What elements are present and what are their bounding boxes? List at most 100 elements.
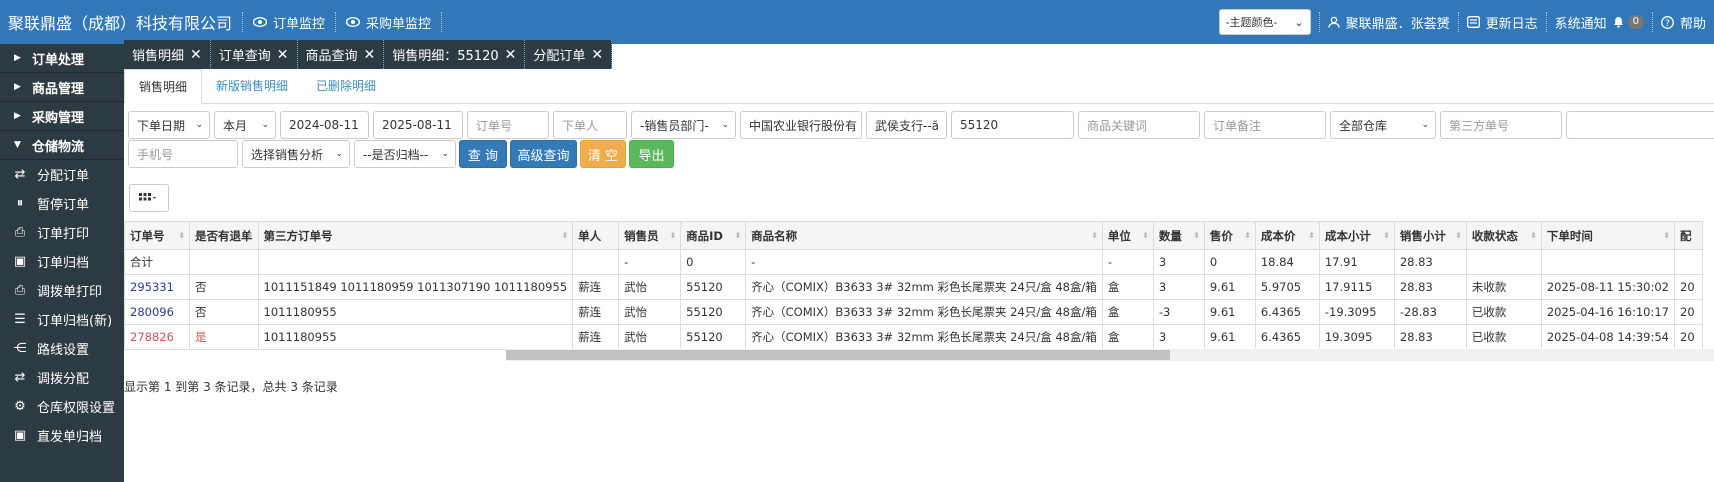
col-header[interactable]: 销售小计 ⬍ xyxy=(1393,221,1467,250)
extra-filter-input[interactable] xyxy=(1566,111,1714,139)
table-cell: 0 xyxy=(1203,249,1256,275)
table-cell: -19.3095 xyxy=(1318,299,1395,325)
sidebar-item-print-order[interactable]: ⎙ 订单打印 xyxy=(0,218,124,247)
keyword-input[interactable]: 商品关键词 xyxy=(1078,111,1200,139)
col-header[interactable]: 第三方订单号 ⬍ xyxy=(257,221,574,250)
sidebar-group-order[interactable]: ▶ 订单处理 xyxy=(0,44,124,73)
theme-color-select[interactable]: -主题颜色- ⌄ xyxy=(1218,9,1311,35)
period-value: 本月 xyxy=(223,118,248,133)
col-header[interactable]: 成本小计 ⬍ xyxy=(1318,221,1395,250)
product-id-input[interactable]: 55120 xyxy=(951,111,1074,139)
sidebar-group-purchase[interactable]: ▶ 采购管理 xyxy=(0,102,124,131)
col-header[interactable]: 收款状态 ⬍ xyxy=(1465,221,1542,250)
col-header[interactable]: 配 xyxy=(1674,221,1703,250)
close-icon[interactable]: ✕ xyxy=(364,47,376,63)
col-header[interactable]: 数量 ⬍ xyxy=(1152,221,1205,250)
table-cell: 6.4365 xyxy=(1254,324,1320,350)
table-row[interactable]: 278826 是 1011180955 薪连 武怡 55120 齐心（COMIX… xyxy=(124,324,1703,350)
close-icon[interactable]: ✕ xyxy=(190,47,202,63)
col-header[interactable]: 是否有退单 ⬍ xyxy=(189,221,259,250)
table-row[interactable]: 280096 否 1011180955 薪连 武怡 55120 齐心（COMIX… xyxy=(124,299,1703,325)
remark-input[interactable]: 订单备注 xyxy=(1204,111,1326,139)
sales-analysis-select[interactable]: 选择销售分析 ⌄ xyxy=(242,140,350,168)
order-no-link[interactable]: 295331 xyxy=(124,274,190,300)
tab-label: 分配订单 xyxy=(533,49,586,64)
tab-product-query[interactable]: 商品查询 ✕ xyxy=(298,40,385,69)
subtab-sales-detail[interactable]: 销售明细 xyxy=(124,69,203,104)
order-no-link[interactable]: 278826 xyxy=(124,324,190,350)
orderer-input[interactable]: 下单人 xyxy=(553,111,627,139)
table-cell: 否 xyxy=(189,299,259,325)
user-icon xyxy=(1327,16,1340,28)
table-cell: 19.3095 xyxy=(1318,324,1395,350)
sidebar-item-route-setting[interactable]: ⋲ 路线设置 xyxy=(0,334,124,363)
user-menu[interactable]: 聚联鼎盛．张荟赟 xyxy=(1318,12,1458,32)
table-cell xyxy=(1465,249,1542,275)
dept-select[interactable]: -销售员部门- ⌄ xyxy=(631,111,736,139)
subtab-deleted-detail[interactable]: 已删除明细 xyxy=(302,69,390,103)
sidebar-group-warehouse[interactable]: ▼ 仓储物流 xyxy=(0,131,124,160)
sidebar-item-assign-order[interactable]: ⇄ 分配订单 xyxy=(0,160,124,189)
col-header[interactable]: 单位 ⬍ xyxy=(1101,221,1154,250)
date-type-select[interactable]: 下单日期 ⌄ xyxy=(128,111,210,139)
sidebar-item-pause-order[interactable]: ⏸ 暂停订单 xyxy=(0,189,124,218)
tab-assign-order[interactable]: 分配订单 ✕ xyxy=(525,40,613,69)
col-header[interactable]: 商品ID ⬍ xyxy=(680,221,747,250)
close-icon[interactable]: ✕ xyxy=(505,47,517,63)
bank-input[interactable]: 中国农业银行股份有 xyxy=(740,111,862,139)
col-header[interactable]: 成本价 ⬍ xyxy=(1254,221,1320,250)
tab-order-query[interactable]: 订单查询 ✕ xyxy=(211,40,298,69)
clear-button[interactable]: 清 空 xyxy=(580,140,626,168)
table-total-row: 合计 - 0 - - 3 0 18.84 17.91 28.83 xyxy=(124,249,1703,275)
notification-link[interactable]: 系统通知 0 xyxy=(1545,12,1652,32)
table-cell: 未收款 xyxy=(1465,274,1542,300)
date-to-input[interactable]: 2025-08-11 xyxy=(373,111,463,139)
col-header[interactable]: 商品名称 ⬍ xyxy=(745,221,1103,250)
export-button[interactable]: 导出 xyxy=(629,140,674,168)
sidebar-item-archive-order[interactable]: ▣ 订单归档 xyxy=(0,247,124,276)
col-header[interactable]: 单人 xyxy=(572,221,620,250)
table-cell: 2025-04-08 14:39:54 xyxy=(1540,324,1676,350)
top-right-area: -主题颜色- ⌄ 聚联鼎盛．张荟赟 更新日志 系统通知 0 ? 帮助 xyxy=(1218,0,1714,44)
branch-input[interactable]: 武侯支行--ã xyxy=(866,111,947,139)
table-cell: 5.9705 xyxy=(1254,274,1320,300)
table-cell: 齐心（COMIX）B3633 3# 32mm 彩色长尾票夹 24只/盒 48盒/… xyxy=(745,324,1103,350)
order-no-link[interactable]: 280096 xyxy=(124,299,190,325)
sidebar-item-archive-new[interactable]: ☰ 订单归档(新) xyxy=(0,305,124,334)
table-cell: 武怡 xyxy=(618,274,682,300)
order-no-input[interactable]: 订单号 xyxy=(467,111,549,139)
column-toggle-button[interactable] xyxy=(129,184,169,212)
table-cell: 17.91 xyxy=(1318,249,1395,275)
scrollbar-thumb[interactable] xyxy=(506,350,1170,360)
sidebar-item-warehouse-permission[interactable]: ⚙ 仓库权限设置 xyxy=(0,392,124,421)
period-select[interactable]: 本月 ⌄ xyxy=(214,111,276,139)
sidebar-item-transfer-assign[interactable]: ⇄ 调拨分配 xyxy=(0,363,124,392)
po-monitor-label: 采购单监控 xyxy=(366,16,432,32)
table-row[interactable]: 295331 否 1011151849 1011180959 101130719… xyxy=(124,274,1703,300)
order-monitor-link[interactable]: 订单监控 xyxy=(242,12,325,32)
subtab-new-sales-detail[interactable]: 新版销售明细 xyxy=(202,69,302,103)
close-icon[interactable]: ✕ xyxy=(591,47,603,63)
third-party-no-input[interactable]: 第三方单号 xyxy=(1440,111,1562,139)
tab-sales-detail[interactable]: 销售明细 ✕ xyxy=(124,40,211,69)
table-cell: 1011180955 xyxy=(257,324,574,350)
sidebar-group-product[interactable]: ▶ 商品管理 xyxy=(0,73,124,102)
sidebar-item-print-transfer[interactable]: ⎙ 调拨单打印 xyxy=(0,276,124,305)
warehouse-select[interactable]: 全部仓库 ⌄ xyxy=(1330,111,1436,139)
col-header[interactable]: 订单号 ⬍ xyxy=(124,221,190,250)
changelog-label: 更新日志 xyxy=(1485,16,1538,32)
po-monitor-link[interactable]: 采购单监控 xyxy=(335,12,431,32)
archived-select[interactable]: --是否归档-- ⌄ xyxy=(354,140,456,168)
advanced-search-button[interactable]: 高级查询 xyxy=(510,140,577,168)
col-header[interactable]: 售价 ⬍ xyxy=(1203,221,1256,250)
phone-input[interactable]: 手机号 xyxy=(128,140,238,168)
date-from-input[interactable]: 2024-08-11 xyxy=(280,111,369,139)
tab-sales-detail-55120[interactable]: 销售明细：55120 ✕ xyxy=(384,40,526,69)
help-link[interactable]: ? 帮助 xyxy=(1651,12,1714,32)
sidebar-item-direct-archive[interactable]: ▣ 直发单归档 xyxy=(0,421,124,450)
changelog-link[interactable]: 更新日志 xyxy=(1457,12,1546,32)
search-button[interactable]: 查 询 xyxy=(459,140,507,168)
col-header[interactable]: 销售员 ⬍ xyxy=(618,221,682,250)
close-icon[interactable]: ✕ xyxy=(277,47,289,63)
col-header[interactable]: 下单时间 ⬍ xyxy=(1540,221,1676,250)
